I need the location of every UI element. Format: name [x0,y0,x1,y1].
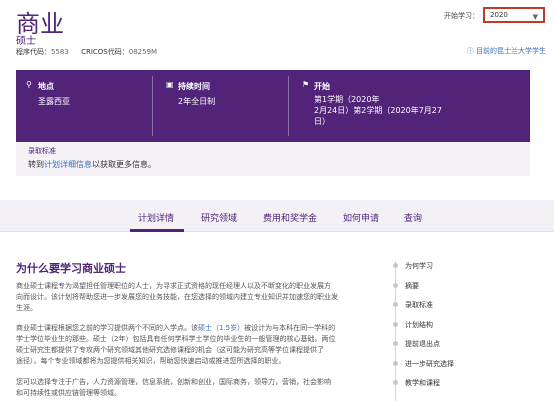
admission-text-after: 以获取更多信息。 [92,160,156,169]
duration-value: 2年全日制 [178,97,216,106]
start-year-value: 2020 [490,11,508,19]
cricos-code-label: CRICOS代码： [81,48,129,56]
admission-text: 转到计划详细信息以获取更多信息。 [28,159,156,170]
nav-dot [393,263,398,268]
duration-label: 持续时间 [178,82,210,91]
location-label: 地点 [38,82,54,91]
tab-how-to-apply[interactable]: 如何申请 [343,211,379,224]
duration-block: ▣ 持续时间 2年全日制 [166,70,284,142]
admission-criteria-box: 录取标准 转到计划详细信息以获取更多信息。 [16,142,530,176]
page-header: 商业 硕士 程序代码：5583 CRICOS代码：08259M 开始学习： 20… [0,0,554,70]
start-year-select[interactable]: 2020 ▼ [483,7,545,23]
entry-line-1: 商业硕士课程根据您之前的学习提供两个不同的入学点。该硕士（1.5岁）被设计为与本… [16,323,380,334]
nav-dot [393,283,398,288]
info-icon: ⓘ [466,47,474,55]
tab-enquiries[interactable]: 查询 [404,211,422,224]
current-student-link[interactable]: ⓘ 目前的昆士兰大学学生 [467,46,546,56]
nav-dot [393,302,398,307]
intro-line-2: 向而设计。该计划将帮助您进一步发展您的业务技能，在您选择的领域内建立专业知识并加… [16,293,338,301]
nav-dot [393,380,398,385]
start-dates-line-1: 第1学期（2020年 [314,95,380,104]
banner-divider [152,76,153,136]
spec-line-1: 您可以选择专注于广告，人力资源管理，信息系统，创新和创业，国际商务，领导力，营销… [16,378,331,386]
intro-line-3: 生涯。 [16,304,37,312]
location-block: ⚲ 地点 圣露西亚 [26,70,144,142]
intro-line-1: 商业硕士课程专为渴望担任管理职位的人士，为寻求正式资格的现任经理人以及不断变化的… [16,282,331,290]
section-tabs: 计划详情 研究领域 费用和奖学金 如何申请 查询 [0,200,554,232]
section-heading: 为什么要学习商业硕士 [16,262,126,275]
current-student-label: 目前的昆士兰大学学生 [476,47,546,55]
location-value: 圣露西亚 [38,97,70,106]
specialisations-paragraph: 您可以选择专注于广告，人力资源管理，信息系统，创新和创业，国际商务，领导力，营销… [16,377,380,399]
admission-text-before: 转到 [28,160,44,169]
program-summary-banner: ⚲ 地点 圣露西亚 ▣ 持续时间 2年全日制 ⚑ 开始 第1学期（2020年 2… [16,70,530,142]
entry-points-paragraph: 商业硕士课程根据您之前的学习提供两个不同的入学点。该硕士（1.5岁）被设计为与本… [16,323,380,367]
active-tab-indicator [130,229,184,232]
calendar-icon: ▣ [166,80,174,89]
flag-icon: ⚑ [302,80,310,89]
admission-heading: 录取标准 [28,147,56,155]
start-block: ⚑ 开始 第1学期（2020年 2月24日）第2学期（2020年7月27 日） [302,70,522,142]
master-1-5-link[interactable]: 硕士（1.5岁） [198,324,244,332]
tab-study-areas[interactable]: 研究领域 [201,211,237,224]
start-study-label: 开始学习： [444,12,479,20]
cricos-code-value: 08259M [128,48,158,56]
program-details-link[interactable]: 计划详细信息 [44,160,92,169]
entry-line-2: 学士学位毕业生的那些。硕士（2年）包括具有任何学科学士学位的毕业生的一般管理的核… [16,335,336,343]
start-label: 开始 [314,82,330,91]
entry-line-4: 途径）。每个专业领域都将为您提供相关知识，帮助您快速启动或推进您所选择的职业。 [16,357,286,365]
degree-level: 硕士 [16,36,36,47]
entry-line-1-b: 被设计为与本科在同一学科的 [244,324,336,332]
entry-line-3: 硕士研究生都提供了专攻两个研究领域其他研究选修课程的机会（这可能为研究高等学位课… [16,346,324,354]
start-dates-line-2: 2月24日）第2学期（2020年7月27 [314,106,442,115]
nav-dot [393,361,398,366]
program-codes: 程序代码：5583 CRICOS代码：08259M [16,47,167,57]
tab-program-details[interactable]: 计划详情 [138,211,174,224]
program-code-label: 程序代码： [16,48,51,56]
nav-dot [393,322,398,327]
start-dates: 第1学期（2020年 2月24日）第2学期（2020年7月27 日） [314,94,442,127]
intro-paragraph: 商业硕士课程专为渴望担任管理职位的人士，为寻求正式资格的现任经理人以及不断变化的… [16,281,380,314]
banner-divider [288,76,289,136]
entry-line-1-a: 商业硕士课程根据您之前的学习提供两个不同的入学点。该 [16,324,198,332]
start-dates-line-3: 日） [314,117,330,126]
location-pin-icon: ⚲ [26,80,32,89]
tab-fees-scholarships[interactable]: 费用和奖学金 [263,211,317,224]
nav-dot [393,341,398,346]
spec-line-2: 和可持续性或供应链管理等领域。 [16,389,121,397]
chevron-down-icon: ▼ [532,13,538,21]
program-code-value: 5583 [51,48,69,56]
